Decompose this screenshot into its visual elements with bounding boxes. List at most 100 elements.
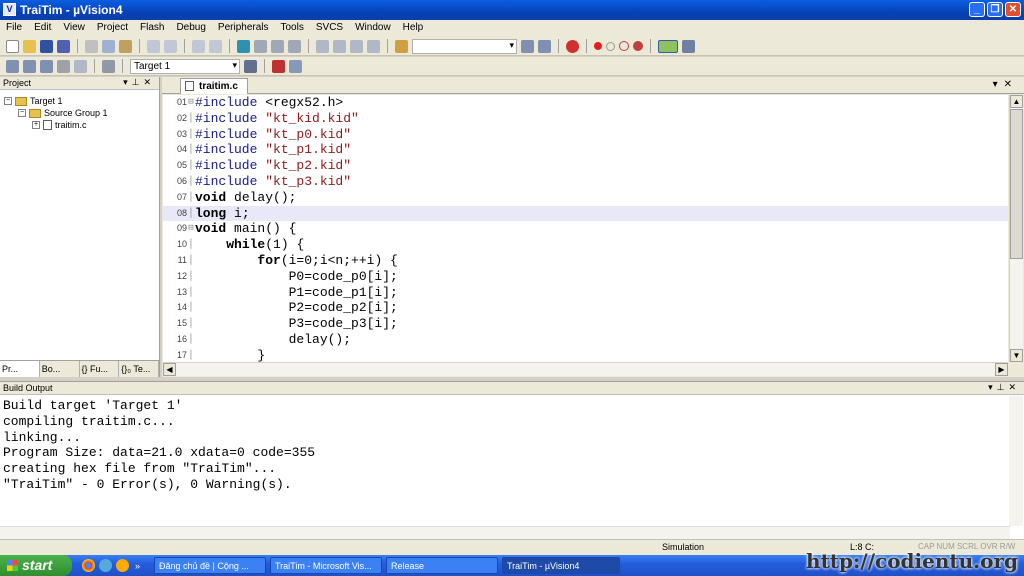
bookmark-clear-icon[interactable]	[288, 39, 301, 53]
ie-icon[interactable]	[99, 559, 112, 572]
panel-menu-icon[interactable]: ▾	[988, 382, 997, 392]
code-line[interactable]: 06 │ #include "kt_p3.kid"	[163, 174, 1008, 190]
menu-tools[interactable]: Tools	[281, 22, 304, 37]
build-horizontal-scrollbar[interactable]	[0, 526, 1010, 539]
code-line[interactable]: 14 │ P2=code_p2[i];	[163, 300, 1008, 316]
fold-icon[interactable]: ⊟	[187, 95, 195, 111]
select-packs-icon[interactable]	[289, 59, 302, 73]
indent-icon[interactable]	[316, 39, 329, 53]
code-line[interactable]: 09 ⊟ void main() {	[163, 221, 1008, 237]
tree-item-group[interactable]: − Source Group 1	[4, 107, 159, 119]
breakpoint-disable-icon[interactable]	[606, 41, 615, 51]
tab-templates[interactable]: {}₀ Te...	[119, 361, 159, 377]
breakpoint-clear-icon[interactable]	[619, 41, 629, 51]
panel-menu-icon[interactable]: ▾	[123, 77, 132, 87]
copy-icon[interactable]	[102, 39, 115, 53]
collapse-icon[interactable]: −	[18, 109, 26, 117]
start-button[interactable]: start	[0, 555, 72, 576]
code-line[interactable]: 01 ⊟ #include <regx52.h>	[163, 95, 1008, 111]
scroll-down-icon[interactable]: ▼	[1010, 349, 1023, 362]
tab-list-icon[interactable]: ▾	[993, 79, 1004, 90]
scroll-left-icon[interactable]: ◀	[163, 363, 176, 376]
code-editor[interactable]: 01 ⊟ #include <regx52.h> 02 │ #include "kt_ki…	[163, 95, 1008, 362]
translate-icon[interactable]	[6, 59, 19, 73]
stop-build-icon[interactable]	[74, 59, 87, 73]
close-button[interactable]: ✕	[1005, 2, 1021, 17]
find-icon[interactable]	[521, 39, 534, 53]
scroll-up-icon[interactable]: ▲	[1010, 95, 1023, 108]
breakpoint-icon[interactable]	[594, 42, 602, 50]
find-in-files-icon[interactable]	[395, 39, 408, 53]
pin-icon[interactable]: ⊥	[997, 382, 1009, 392]
code-line[interactable]: 10 │ while (1) {	[163, 237, 1008, 253]
menu-peripherals[interactable]: Peripherals	[218, 22, 269, 37]
unindent-icon[interactable]	[333, 39, 346, 53]
paste-icon[interactable]	[119, 39, 132, 53]
open-icon[interactable]	[23, 39, 36, 53]
breakpoint-kill-icon[interactable]	[633, 41, 643, 51]
new-file-icon[interactable]	[6, 39, 19, 53]
undo-icon[interactable]	[147, 39, 160, 53]
rebuild-icon[interactable]	[40, 59, 53, 73]
debug-start-icon[interactable]	[566, 39, 579, 53]
panel-close-icon[interactable]: ✕	[1008, 382, 1020, 392]
tree-item-file[interactable]: + traitim.c	[4, 119, 159, 131]
download-icon[interactable]	[102, 59, 115, 73]
scroll-thumb[interactable]	[1010, 109, 1023, 259]
code-line[interactable]: 08 │ long i;	[163, 205, 1008, 222]
bookmark-prev-icon[interactable]	[254, 39, 267, 53]
minimize-button[interactable]: _	[969, 2, 985, 17]
incremental-find-icon[interactable]	[538, 39, 551, 53]
pin-icon[interactable]: ⊥	[132, 77, 144, 87]
bookmark-icon[interactable]	[237, 39, 250, 53]
editor-horizontal-scrollbar[interactable]: ◀ ▶	[163, 362, 1008, 376]
menu-svcs[interactable]: SVCS	[316, 22, 343, 37]
menu-edit[interactable]: Edit	[34, 22, 51, 37]
find-combo[interactable]	[412, 38, 517, 54]
panel-close-icon[interactable]: ✕	[143, 77, 155, 87]
code-line[interactable]: 13 │ P1=code_p1[i];	[163, 285, 1008, 301]
tab-project[interactable]: Pr...	[0, 361, 40, 377]
tab-books[interactable]: Bo...	[40, 361, 80, 377]
quicklaunch-more-icon[interactable]: »	[135, 561, 140, 571]
code-line[interactable]: 07 │ void delay();	[163, 190, 1008, 206]
media-player-icon[interactable]	[116, 559, 129, 572]
manage-components-icon[interactable]	[272, 59, 285, 73]
window-config-icon[interactable]	[658, 39, 678, 53]
fold-icon[interactable]: ⊟	[187, 221, 195, 237]
expand-icon[interactable]: +	[32, 121, 40, 129]
menu-help[interactable]: Help	[403, 22, 424, 37]
cut-icon[interactable]	[85, 39, 98, 53]
chrome-icon[interactable]	[82, 559, 95, 572]
menu-view[interactable]: View	[63, 22, 85, 37]
save-all-icon[interactable]	[57, 39, 70, 53]
collapse-icon[interactable]: −	[4, 97, 12, 105]
menu-window[interactable]: Window	[355, 22, 391, 37]
code-line[interactable]: 15 │ P3=code_p3[i];	[163, 316, 1008, 332]
code-line[interactable]: 16 │ delay();	[163, 332, 1008, 348]
nav-back-icon[interactable]	[192, 39, 205, 53]
save-icon[interactable]	[40, 39, 53, 53]
configure-icon[interactable]	[682, 39, 695, 53]
build-vertical-scrollbar[interactable]	[1009, 396, 1023, 526]
menu-flash[interactable]: Flash	[140, 22, 164, 37]
code-line[interactable]: 17 │ }	[163, 348, 1008, 362]
scroll-right-icon[interactable]: ▶	[995, 363, 1008, 376]
code-line[interactable]: 12 │ P0=code_p0[i];	[163, 269, 1008, 285]
uncomment-icon[interactable]	[367, 39, 380, 53]
code-line[interactable]: 02 │ #include "kt_kid.kid"	[163, 111, 1008, 127]
nav-forward-icon[interactable]	[209, 39, 222, 53]
bookmark-next-icon[interactable]	[271, 39, 284, 53]
code-line[interactable]: 04 │ #include "kt_p1.kid"	[163, 142, 1008, 158]
redo-icon[interactable]	[164, 39, 177, 53]
tree-item-target[interactable]: − Target 1	[4, 95, 159, 107]
code-line[interactable]: 11 │ for (i=0;i<n;++i) {	[163, 253, 1008, 269]
batch-build-icon[interactable]	[57, 59, 70, 73]
tab-close-icon[interactable]: ✕	[1004, 79, 1018, 90]
maximize-button[interactable]: ❐	[987, 2, 1003, 17]
build-icon[interactable]	[23, 59, 36, 73]
code-line[interactable]: 03 │ #include "kt_p0.kid"	[163, 127, 1008, 143]
tab-functions[interactable]: {} Fu...	[80, 361, 120, 377]
comment-icon[interactable]	[350, 39, 363, 53]
target-options-icon[interactable]	[244, 59, 257, 73]
